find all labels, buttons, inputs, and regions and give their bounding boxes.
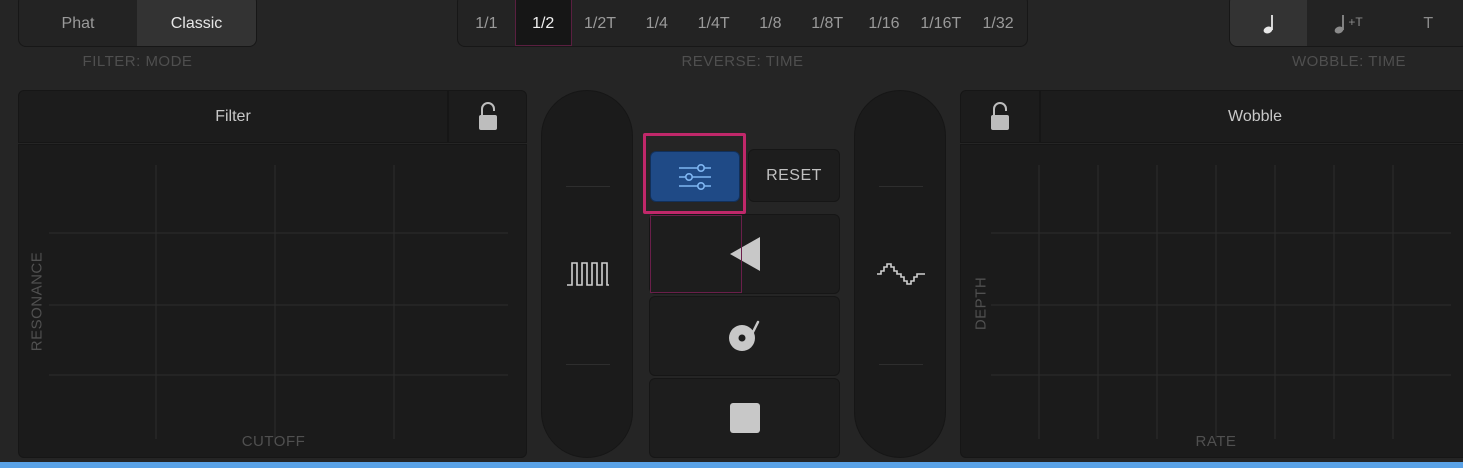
reverse-time-option[interactable]: 1/1 (458, 0, 515, 46)
slider-divider (879, 186, 923, 187)
reverse-time-option[interactable]: 1/2 (514, 0, 572, 46)
gate-slider[interactable] (541, 90, 633, 458)
filter-mode-classic[interactable]: Classic (137, 0, 256, 46)
quarter-note-icon (1263, 14, 1273, 33)
step-sine-icon (877, 263, 925, 285)
wobble-xy-pad[interactable]: DEPTH RATE (960, 144, 1463, 458)
wobble-title: Wobble (1228, 107, 1282, 125)
scratch-button[interactable] (649, 296, 840, 376)
wobble-grid (991, 165, 1451, 439)
slider-divider (566, 364, 610, 365)
reverse-time-option[interactable]: 1/16 (856, 0, 913, 46)
reverse-time-option[interactable]: 1/2T (572, 0, 629, 46)
filter-y-label: RESONANCE (28, 251, 46, 352)
filter-xy-pad[interactable]: RESONANCE CUTOFF (18, 144, 527, 458)
reverse-time-option[interactable]: 1/4T (685, 0, 742, 46)
eq-settings-button[interactable] (650, 151, 740, 202)
reverse-time-selector: 1/1 1/2 1/2T 1/4 1/4T 1/8 1/8T 1/16 1/16… (457, 0, 1028, 47)
turntable-icon (728, 320, 759, 351)
wobble-time-selector: +T T (1229, 0, 1463, 47)
bottom-accent-bar (0, 462, 1463, 468)
wobble-x-label: RATE (1195, 433, 1237, 450)
triplet-icon: T (1423, 14, 1434, 32)
reverse-time-option[interactable]: 1/8 (742, 0, 799, 46)
filter-x-label: CUTOFF (241, 433, 306, 450)
filter-mode-caption: FILTER: MODE (82, 53, 193, 70)
stop-icon (729, 403, 760, 433)
reverse-time-option[interactable]: 1/4 (628, 0, 685, 46)
wobble-slider[interactable] (854, 90, 946, 458)
stop-button[interactable] (649, 378, 840, 458)
unlock-icon (991, 101, 1009, 130)
sliders-icon (679, 163, 711, 190)
filter-title-bar: Filter (18, 90, 448, 143)
wobble-time-quarter-note[interactable] (1230, 0, 1308, 46)
reset-button[interactable]: RESET (748, 149, 840, 202)
quarter-note-triplet-icon (1334, 14, 1345, 33)
square-wave-icon (567, 262, 609, 286)
filter-mode-phat[interactable]: Phat (19, 0, 137, 46)
wobble-lock-button[interactable] (960, 90, 1040, 143)
wobble-time-triplet[interactable]: T (1389, 0, 1463, 46)
reverse-time-caption: REVERSE: TIME (681, 53, 804, 70)
reverse-time-option[interactable]: 1/8T (799, 0, 856, 46)
reset-label: RESET (766, 166, 822, 184)
wobble-time-quarter-note-triplet[interactable]: +T (1307, 0, 1388, 46)
filter-mode-selector: Phat Classic (18, 0, 257, 47)
reverse-time-option[interactable]: 1/16T (912, 0, 969, 46)
filter-title: Filter (215, 107, 251, 125)
filter-grid (49, 165, 508, 439)
slider-divider (566, 186, 610, 187)
wobble-title-bar: Wobble (1040, 90, 1463, 143)
slider-divider (879, 364, 923, 365)
wobble-y-label: DEPTH (972, 276, 990, 331)
filter-lock-button[interactable] (448, 90, 527, 143)
wobble-time-caption: WOBBLE: TIME (1291, 53, 1407, 70)
active-cell-highlight (650, 215, 742, 293)
triplet-suffix: +T (1348, 14, 1363, 29)
unlock-icon (478, 101, 497, 130)
reverse-time-option[interactable]: 1/32 (969, 0, 1027, 46)
